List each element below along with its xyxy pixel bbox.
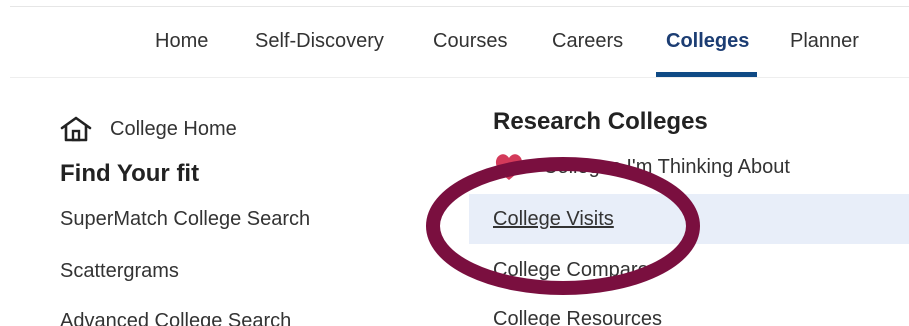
advanced-search-link[interactable]: Advanced College Search <box>60 310 291 326</box>
college-resources-link[interactable]: College Resources <box>493 308 662 326</box>
nav-self-discovery[interactable]: Self-Discovery <box>255 30 384 53</box>
nav-home[interactable]: Home <box>155 30 208 53</box>
nav-careers[interactable]: Careers <box>552 30 623 53</box>
nav-colleges[interactable]: Colleges <box>666 30 749 53</box>
find-fit-heading: Find Your fit <box>60 160 200 187</box>
house-icon <box>60 116 92 142</box>
nav-courses[interactable]: Courses <box>433 30 507 53</box>
college-home-label: College Home <box>110 117 237 140</box>
research-colleges-heading: Research Colleges <box>493 108 708 135</box>
nav-planner[interactable]: Planner <box>790 30 859 53</box>
scattergrams-link[interactable]: Scattergrams <box>60 260 179 283</box>
college-visits-link[interactable]: College Visits <box>493 208 614 231</box>
supermatch-link[interactable]: SuperMatch College Search <box>60 208 310 231</box>
college-home-link[interactable]: College Home <box>60 116 237 142</box>
main-nav: Home Self-Discovery Courses Careers Coll… <box>0 0 909 78</box>
college-compare-link[interactable]: College Compare <box>493 259 649 282</box>
heart-icon <box>495 154 523 180</box>
nav-divider <box>10 77 909 78</box>
page: Home Self-Discovery Courses Careers Coll… <box>0 0 909 326</box>
colleges-thinking-about-link[interactable]: Colleges I'm Thinking About <box>543 156 790 179</box>
